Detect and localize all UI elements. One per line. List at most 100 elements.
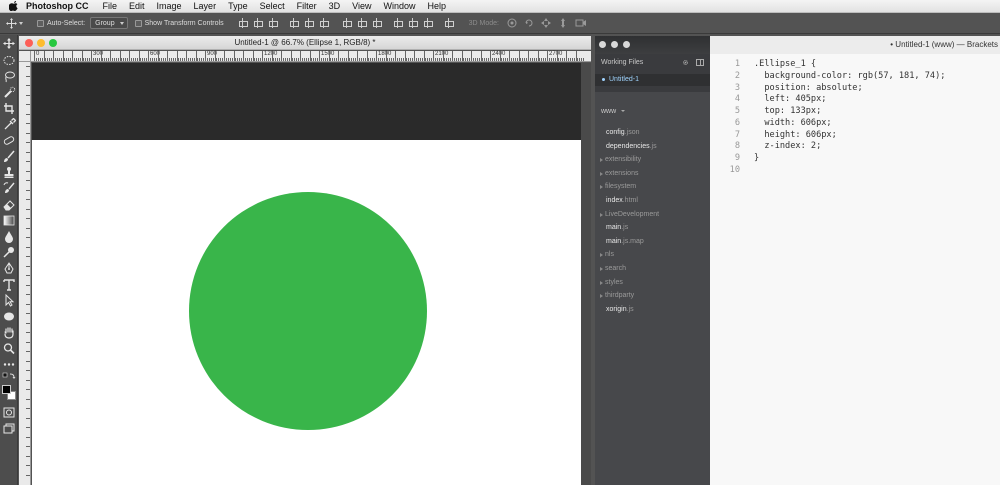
menu-file[interactable]: File bbox=[103, 1, 118, 11]
code-line[interactable]: 2 background-color: rgb(57, 181, 74); bbox=[710, 71, 1000, 83]
code-line[interactable]: 6 width: 606px; bbox=[710, 118, 1000, 130]
close-button[interactable] bbox=[599, 41, 606, 48]
screen-mode[interactable] bbox=[2, 422, 16, 435]
align-left-icon[interactable] bbox=[289, 18, 299, 28]
distribute-right-icon[interactable] bbox=[423, 18, 433, 28]
crop-tool[interactable] bbox=[2, 102, 16, 115]
menu-select[interactable]: Select bbox=[260, 1, 285, 11]
healing-brush-tool[interactable] bbox=[2, 134, 16, 147]
minimize-button[interactable] bbox=[37, 39, 45, 47]
align-top-icon[interactable] bbox=[238, 18, 248, 28]
blur-tool[interactable] bbox=[2, 230, 16, 243]
clone-stamp-tool[interactable] bbox=[2, 166, 16, 179]
menu-image[interactable]: Image bbox=[157, 1, 182, 11]
transform-controls-checkbox[interactable] bbox=[134, 19, 142, 27]
ruler-origin[interactable] bbox=[19, 51, 31, 62]
ellipse-layer[interactable] bbox=[189, 192, 427, 430]
eraser-tool[interactable] bbox=[2, 198, 16, 211]
menu-app-name[interactable]: Photoshop CC bbox=[26, 1, 89, 11]
code-line[interactable]: 5 top: 133px; bbox=[710, 106, 1000, 118]
3d-roll-icon[interactable] bbox=[524, 18, 534, 28]
swap-colors[interactable] bbox=[2, 372, 16, 385]
code-line[interactable]: 10 bbox=[710, 165, 1000, 177]
distribute-hcenter-icon[interactable] bbox=[408, 18, 418, 28]
distribute-vcenter-icon[interactable] bbox=[357, 18, 367, 28]
menu-type[interactable]: Type bbox=[228, 1, 248, 11]
file-item[interactable]: index.html bbox=[595, 194, 710, 208]
3d-orbit-icon[interactable] bbox=[507, 18, 517, 28]
folder-item[interactable]: styles bbox=[595, 276, 710, 290]
3d-slide-icon[interactable] bbox=[558, 18, 568, 28]
pen-tool[interactable] bbox=[2, 262, 16, 275]
code-line[interactable]: 3 position: absolute; bbox=[710, 83, 1000, 95]
eyedropper-tool[interactable] bbox=[2, 118, 16, 131]
brush-tool[interactable] bbox=[2, 150, 16, 163]
code-line[interactable]: 7 height: 606px; bbox=[710, 130, 1000, 142]
quick-mask-mode[interactable] bbox=[2, 406, 16, 419]
foreground-color-swatch[interactable] bbox=[2, 385, 11, 394]
horizontal-ruler[interactable]: 0300600900120015001800210024002700 bbox=[31, 51, 591, 62]
align-bottom-icon[interactable] bbox=[268, 18, 278, 28]
split-view-icon[interactable] bbox=[696, 59, 704, 66]
history-brush-tool[interactable] bbox=[2, 182, 16, 195]
menu-help[interactable]: Help bbox=[427, 1, 446, 11]
menu-view[interactable]: View bbox=[352, 1, 371, 11]
file-item[interactable]: config.json bbox=[595, 126, 710, 140]
move-tool-preset[interactable] bbox=[6, 17, 23, 29]
folder-item[interactable]: LiveDevelopment bbox=[595, 208, 710, 222]
file-item[interactable]: xorigin.js bbox=[595, 303, 710, 317]
menu-window[interactable]: Window bbox=[383, 1, 415, 11]
menu-3d[interactable]: 3D bbox=[329, 1, 341, 11]
code-line[interactable]: 8 z-index: 2; bbox=[710, 141, 1000, 153]
folder-item[interactable]: extensions bbox=[595, 167, 710, 181]
color-swatches[interactable] bbox=[2, 385, 16, 403]
dodge-tool[interactable] bbox=[2, 246, 16, 259]
hand-tool[interactable] bbox=[2, 326, 16, 339]
align-vcenter-icon[interactable] bbox=[253, 18, 263, 28]
zoom-tool[interactable] bbox=[2, 342, 16, 355]
path-select-tool[interactable] bbox=[2, 294, 16, 307]
code-line[interactable]: 4 left: 405px; bbox=[710, 94, 1000, 106]
menu-filter[interactable]: Filter bbox=[297, 1, 317, 11]
gradient-tool[interactable] bbox=[2, 214, 16, 227]
folder-item[interactable]: filesystem bbox=[595, 180, 710, 194]
menu-edit[interactable]: Edit bbox=[129, 1, 145, 11]
distribute-top-icon[interactable] bbox=[342, 18, 352, 28]
vertical-ruler[interactable] bbox=[19, 62, 31, 485]
code-editor[interactable]: 1 .Ellipse_1 {2 background-color: rgb(57,… bbox=[710, 54, 1000, 485]
distribute-bottom-icon[interactable] bbox=[372, 18, 382, 28]
project-dropdown[interactable]: www bbox=[601, 108, 626, 115]
folder-item[interactable]: search bbox=[595, 262, 710, 276]
vertical-scrollbar[interactable] bbox=[581, 63, 591, 485]
folder-item[interactable]: thirdparty bbox=[595, 289, 710, 303]
3d-camera-icon[interactable] bbox=[575, 18, 587, 28]
folder-item[interactable]: extensibility bbox=[595, 153, 710, 167]
quick-select-tool[interactable] bbox=[2, 86, 16, 99]
transform-controls-toggle[interactable]: Show Transform Controls bbox=[134, 19, 224, 27]
auto-select-dropdown[interactable]: Group bbox=[90, 17, 128, 29]
code-line[interactable]: 1 .Ellipse_1 { bbox=[710, 59, 1000, 71]
code-line[interactable]: 9} bbox=[710, 153, 1000, 165]
folder-item[interactable]: nls bbox=[595, 248, 710, 262]
auto-select-checkbox[interactable] bbox=[37, 19, 44, 27]
3d-pan-icon[interactable] bbox=[540, 18, 551, 28]
gear-icon[interactable] bbox=[682, 59, 689, 66]
menu-layer[interactable]: Layer bbox=[194, 1, 217, 11]
more-tools[interactable] bbox=[2, 358, 16, 371]
canvas-area[interactable] bbox=[32, 63, 581, 485]
minimize-button[interactable] bbox=[611, 41, 618, 48]
close-button[interactable] bbox=[25, 39, 33, 47]
working-file-item[interactable]: Untitled-1 bbox=[595, 74, 710, 86]
ellipse-tool[interactable] bbox=[2, 310, 16, 323]
zoom-button[interactable] bbox=[623, 41, 630, 48]
align-hcenter-icon[interactable] bbox=[304, 18, 314, 28]
distribute-left-icon[interactable] bbox=[393, 18, 403, 28]
apple-icon[interactable] bbox=[9, 1, 19, 11]
lasso-tool[interactable] bbox=[2, 70, 16, 83]
marquee-tool[interactable] bbox=[2, 54, 16, 67]
file-item[interactable]: main.js bbox=[595, 221, 710, 235]
move-tool[interactable] bbox=[2, 37, 16, 50]
file-item[interactable]: main.js.map bbox=[595, 235, 710, 249]
auto-align-icon[interactable] bbox=[444, 18, 454, 28]
auto-select-toggle[interactable]: Auto-Select: bbox=[37, 19, 85, 27]
